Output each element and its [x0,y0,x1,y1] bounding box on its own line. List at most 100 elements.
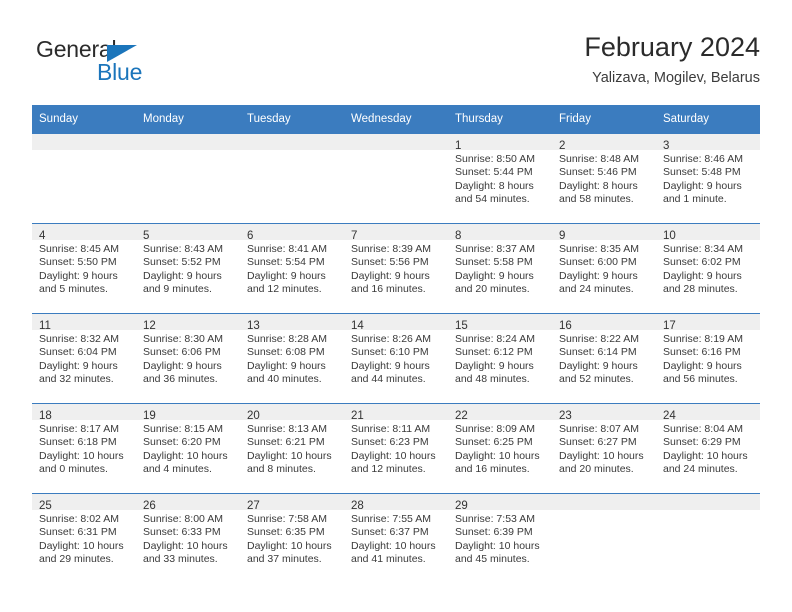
daylight-text-line2: and 33 minutes. [143,553,218,566]
sunset-text: Sunset: 6:39 PM [455,526,533,539]
day-number: 4 [39,230,46,242]
calendar-day-cell[interactable]: 7 Sunrise: 8:39 AM Sunset: 5:56 PM Daylight… [344,223,448,314]
calendar-day-cell[interactable]: 27 Sunrise: 7:58 AM Sunset: 6:35 PM Dayligh… [240,493,344,583]
calendar-day-cell[interactable]: 21 Sunrise: 8:11 AM Sunset: 6:23 PM Dayligh… [344,403,448,494]
daylight-text-line1: Daylight: 9 hours [247,359,326,372]
daylight-text-line1: Daylight: 8 hours [455,179,534,192]
sunrise-text: Sunrise: 8:17 AM [39,423,119,435]
calendar-day-cell[interactable]: 1 Sunrise: 8:50 AM Sunset: 5:44 PM Daylight… [448,133,552,224]
day-number-band: 8 [448,224,552,242]
calendar-day-cell[interactable]: 28 Sunrise: 7:55 AM Sunset: 6:37 PM Dayligh… [344,493,448,583]
day-cell-inner [656,494,760,583]
day-info: Sunrise: 8:13 AM Sunset: 6:21 PM Daylight:… [240,420,344,477]
sunset-text: Sunset: 6:16 PM [663,346,741,359]
daylight-text-line1: Daylight: 9 hours [559,269,638,282]
sunrise-text: Sunrise: 8:46 AM [663,153,743,165]
calendar-day-cell[interactable]: 8 Sunrise: 8:37 AM Sunset: 5:58 PM Daylight… [448,223,552,314]
calendar-day-cell[interactable]: 12 Sunrise: 8:30 AM Sunset: 6:06 PM Dayligh… [136,313,240,404]
calendar-day-cell[interactable]: 17 Sunrise: 8:19 AM Sunset: 6:16 PM Dayligh… [656,313,760,404]
sunrise-text: Sunrise: 8:35 AM [559,243,639,255]
day-number-band: 9 [552,224,656,242]
day-cell-inner: 3 Sunrise: 8:46 AM Sunset: 5:48 PM Daylight… [656,134,760,223]
day-number-band: 6 [240,224,344,242]
sunrise-text: Sunrise: 7:53 AM [455,513,535,525]
sunset-text: Sunset: 6:02 PM [663,256,741,269]
sunset-text: Sunset: 6:18 PM [39,436,117,449]
daylight-text-line2: and 28 minutes. [663,283,738,296]
sunrise-text: Sunrise: 8:19 AM [663,333,743,345]
day-info: Sunrise: 7:55 AM Sunset: 6:37 PM Daylight:… [344,510,448,567]
daylight-text-line1: Daylight: 9 hours [663,269,742,282]
day-number: 2 [559,140,566,152]
calendar-day-cell[interactable]: 3 Sunrise: 8:46 AM Sunset: 5:48 PM Daylight… [656,133,760,224]
day-info: Sunrise: 8:11 AM Sunset: 6:23 PM Daylight:… [344,420,448,477]
day-cell-inner: 18 Sunrise: 8:17 AM Sunset: 6:18 PM Dayligh… [32,404,136,493]
calendar-day-cell[interactable]: 23 Sunrise: 8:07 AM Sunset: 6:27 PM Dayligh… [552,403,656,494]
daylight-text-line2: and 44 minutes. [351,373,426,386]
day-cell-inner: 7 Sunrise: 8:39 AM Sunset: 5:56 PM Daylight… [344,224,448,313]
calendar-day-cell[interactable]: 16 Sunrise: 8:22 AM Sunset: 6:14 PM Dayligh… [552,313,656,404]
day-number: 9 [559,230,566,242]
day-number: 22 [455,410,468,422]
weekday-header-sunday: Sunday [32,105,136,134]
day-cell-inner: 17 Sunrise: 8:19 AM Sunset: 6:16 PM Dayligh… [656,314,760,403]
sunset-text: Sunset: 6:14 PM [559,346,637,359]
calendar-day-cell[interactable]: 18 Sunrise: 8:17 AM Sunset: 6:18 PM Dayligh… [32,403,136,494]
daylight-text-line1: Daylight: 10 hours [143,449,228,462]
calendar-day-cell[interactable]: 29 Sunrise: 7:53 AM Sunset: 6:39 PM Dayligh… [448,493,552,583]
daylight-text-line2: and 45 minutes. [455,553,530,566]
daylight-text-line2: and 1 minute. [663,193,727,206]
day-cell-inner: 19 Sunrise: 8:15 AM Sunset: 6:20 PM Dayligh… [136,404,240,493]
calendar-day-cell[interactable]: 11 Sunrise: 8:32 AM Sunset: 6:04 PM Dayligh… [32,313,136,404]
daylight-text-line1: Daylight: 9 hours [455,359,534,372]
sunrise-text: Sunrise: 8:00 AM [143,513,223,525]
day-info: Sunrise: 8:15 AM Sunset: 6:20 PM Daylight:… [136,420,240,477]
general-blue-logo: General Blue [36,36,216,94]
calendar-day-cell[interactable]: 25 Sunrise: 8:02 AM Sunset: 6:31 PM Dayligh… [32,493,136,583]
day-cell-inner [344,134,448,223]
day-number: 7 [351,230,358,242]
day-number-band: 29 [448,494,552,512]
day-cell-inner: 29 Sunrise: 7:53 AM Sunset: 6:39 PM Dayligh… [448,494,552,583]
day-number: 6 [247,230,254,242]
calendar-day-cell[interactable]: 26 Sunrise: 8:00 AM Sunset: 6:33 PM Dayligh… [136,493,240,583]
calendar-day-cell-empty [344,133,448,224]
calendar-day-cell[interactable]: 4 Sunrise: 8:45 AM Sunset: 5:50 PM Daylight… [32,223,136,314]
day-number-band: 2 [552,134,656,152]
day-number: 27 [247,500,260,512]
day-cell-inner: 20 Sunrise: 8:13 AM Sunset: 6:21 PM Dayligh… [240,404,344,493]
day-number: 15 [455,320,468,332]
day-info: Sunrise: 8:46 AM Sunset: 5:48 PM Daylight:… [656,150,760,207]
calendar-day-cell[interactable]: 14 Sunrise: 8:26 AM Sunset: 6:10 PM Dayligh… [344,313,448,404]
daylight-text-line1: Daylight: 10 hours [39,449,124,462]
calendar-day-cell[interactable]: 10 Sunrise: 8:34 AM Sunset: 6:02 PM Dayligh… [656,223,760,314]
day-info: Sunrise: 7:53 AM Sunset: 6:39 PM Daylight:… [448,510,552,567]
calendar-day-cell[interactable]: 24 Sunrise: 8:04 AM Sunset: 6:29 PM Dayligh… [656,403,760,494]
day-number: 11 [39,320,51,332]
calendar-day-cell[interactable]: 9 Sunrise: 8:35 AM Sunset: 6:00 PM Daylight… [552,223,656,314]
sunset-text: Sunset: 6:35 PM [247,526,325,539]
day-cell-inner: 6 Sunrise: 8:41 AM Sunset: 5:54 PM Daylight… [240,224,344,313]
sunset-text: Sunset: 6:23 PM [351,436,429,449]
calendar-day-cell[interactable]: 6 Sunrise: 8:41 AM Sunset: 5:54 PM Daylight… [240,223,344,314]
sunrise-text: Sunrise: 8:39 AM [351,243,431,255]
sunset-text: Sunset: 6:25 PM [455,436,533,449]
day-cell-inner: 9 Sunrise: 8:35 AM Sunset: 6:00 PM Daylight… [552,224,656,313]
sunset-text: Sunset: 5:48 PM [663,166,741,179]
calendar-day-cell[interactable]: 22 Sunrise: 8:09 AM Sunset: 6:25 PM Dayligh… [448,403,552,494]
calendar-day-cell[interactable]: 20 Sunrise: 8:13 AM Sunset: 6:21 PM Dayligh… [240,403,344,494]
title-block: February 2024 Yalizava, Mogilev, Belarus [584,30,760,89]
calendar-day-cell[interactable]: 19 Sunrise: 8:15 AM Sunset: 6:20 PM Dayligh… [136,403,240,494]
day-number: 28 [351,500,364,512]
day-cell-inner: 28 Sunrise: 7:55 AM Sunset: 6:37 PM Dayligh… [344,494,448,583]
day-info: Sunrise: 8:28 AM Sunset: 6:08 PM Daylight:… [240,330,344,387]
daylight-text-line1: Daylight: 9 hours [247,269,326,282]
calendar-day-cell[interactable]: 2 Sunrise: 8:48 AM Sunset: 5:46 PM Daylight… [552,133,656,224]
calendar-day-cell[interactable]: 5 Sunrise: 8:43 AM Sunset: 5:52 PM Daylight… [136,223,240,314]
sunset-text: Sunset: 6:27 PM [559,436,637,449]
calendar-day-cell[interactable]: 15 Sunrise: 8:24 AM Sunset: 6:12 PM Dayligh… [448,313,552,404]
calendar-day-cell[interactable]: 13 Sunrise: 8:28 AM Sunset: 6:08 PM Dayligh… [240,313,344,404]
sunset-text: Sunset: 5:44 PM [455,166,533,179]
daylight-text-line1: Daylight: 10 hours [351,539,436,552]
daylight-text-line1: Daylight: 10 hours [663,449,748,462]
